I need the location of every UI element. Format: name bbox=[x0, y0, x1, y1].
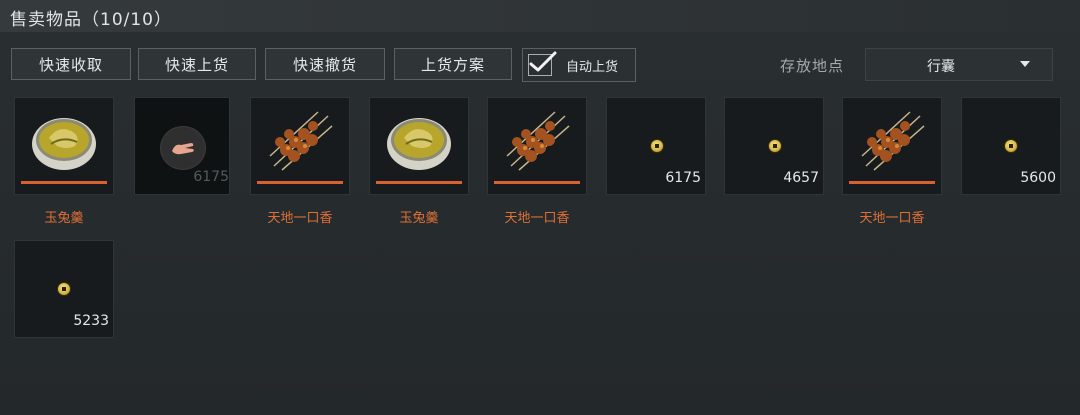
coin-icon bbox=[1004, 139, 1018, 153]
coin-amount: 5233 bbox=[73, 313, 109, 329]
sell-slot[interactable]: 6175 bbox=[606, 97, 706, 195]
item-amount: 6175 bbox=[193, 169, 229, 185]
sell-slot[interactable] bbox=[14, 97, 114, 195]
sell-slot[interactable] bbox=[369, 97, 469, 195]
hand-icon-frame bbox=[160, 126, 206, 170]
sell-slot[interactable]: 4657 bbox=[724, 97, 824, 195]
coin-icon bbox=[650, 139, 664, 153]
skewer-icon bbox=[506, 111, 570, 171]
panel-title: 售卖物品（10/10） bbox=[10, 10, 172, 30]
sell-slot[interactable]: 5233 bbox=[14, 240, 114, 338]
storage-location-value: 行囊 bbox=[927, 59, 955, 75]
item-name: 玉兔羹 bbox=[44, 211, 84, 226]
coin-icon bbox=[57, 282, 71, 296]
sell-slot[interactable] bbox=[842, 97, 942, 195]
item-name: 玉兔羹 bbox=[399, 211, 439, 226]
checkmark-icon bbox=[529, 51, 557, 72]
item-name: 天地一口香 bbox=[504, 211, 570, 226]
title-bar: 售卖物品（10/10） bbox=[0, 0, 1080, 32]
soup-bowl-icon bbox=[387, 118, 451, 170]
quick-collect-button[interactable]: 快速收取 bbox=[11, 48, 131, 80]
item-name: 天地一口香 bbox=[267, 211, 333, 226]
item-name: 天地一口香 bbox=[859, 211, 925, 226]
item-progress-bar bbox=[494, 181, 580, 184]
quick-list-button[interactable]: 快速上货 bbox=[138, 48, 256, 80]
soup-bowl-icon bbox=[32, 118, 96, 170]
auto-list-toggle[interactable]: 自动上货 bbox=[522, 48, 636, 82]
auto-list-label: 自动上货 bbox=[566, 60, 619, 75]
item-progress-bar bbox=[257, 181, 343, 184]
sell-slot[interactable]: 6175 bbox=[134, 97, 230, 195]
sell-slot[interactable] bbox=[487, 97, 587, 195]
coin-icon bbox=[768, 139, 782, 153]
chevron-down-icon bbox=[1020, 61, 1030, 67]
quick-withdraw-button[interactable]: 快速撤货 bbox=[265, 48, 385, 80]
skewer-icon bbox=[269, 111, 333, 171]
coin-amount: 6175 bbox=[665, 170, 701, 186]
sell-slot[interactable] bbox=[250, 97, 350, 195]
item-progress-bar bbox=[849, 181, 935, 184]
sell-slot[interactable]: 5600 bbox=[961, 97, 1061, 195]
item-progress-bar bbox=[21, 181, 107, 184]
hand-icon bbox=[172, 143, 194, 155]
listing-plan-button[interactable]: 上货方案 bbox=[394, 48, 512, 80]
skewer-icon bbox=[861, 111, 925, 171]
item-progress-bar bbox=[376, 181, 462, 184]
coin-amount: 5600 bbox=[1020, 170, 1056, 186]
auto-list-checkbox[interactable] bbox=[528, 51, 557, 76]
coin-amount: 4657 bbox=[783, 170, 819, 186]
storage-location-select[interactable]: 行囊 bbox=[865, 48, 1053, 81]
storage-location-label: 存放地点 bbox=[780, 57, 845, 75]
